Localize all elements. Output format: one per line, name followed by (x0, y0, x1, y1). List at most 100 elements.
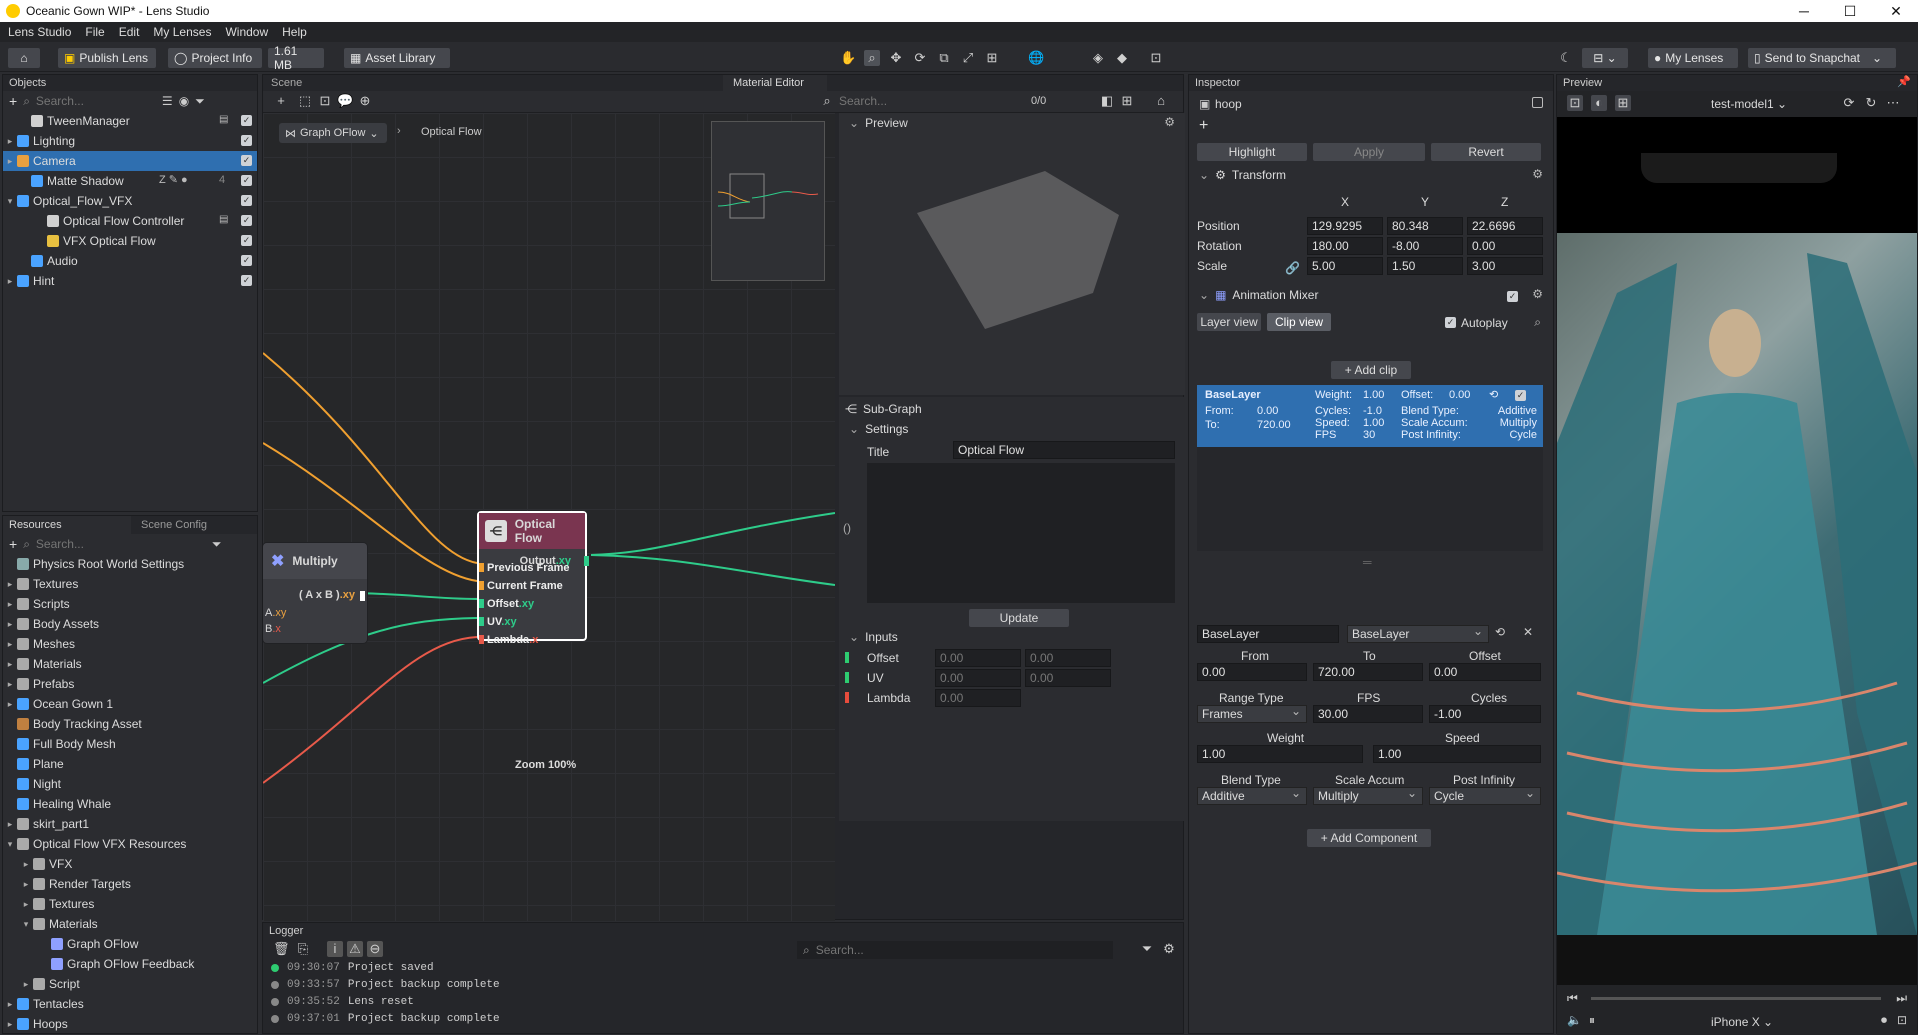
post-infinity-select[interactable]: Cycle (1429, 785, 1541, 805)
select-tool-icon[interactable]: ⌕ (864, 50, 880, 66)
select-nodes-icon[interactable]: ⬚ (297, 93, 313, 109)
mute-icon[interactable]: 🔈 (1567, 1013, 1582, 1027)
clip-track-area[interactable] (1197, 447, 1543, 551)
expand-arrow-icon[interactable]: ▸ (5, 579, 15, 590)
reset-icon[interactable]: ↻ (1863, 95, 1879, 111)
pin-icon[interactable]: 📌 (1897, 75, 1911, 88)
log-row[interactable]: 09:33:57 Project backup complete (271, 978, 500, 992)
filter-icon[interactable]: ⏷ (1139, 941, 1155, 957)
optical-flow-input-port[interactable] (479, 599, 484, 608)
node-graph[interactable]: ⋈ Graph OFlow ⌄ › Optical Flow ✖ Multipl… (263, 113, 835, 921)
expand-arrow-icon[interactable]: ▾ (21, 919, 31, 930)
pause-icon[interactable]: ⏸ (1589, 1013, 1595, 1028)
multiply-node[interactable]: ✖ Multiply ( A x B ).xy A.xy B.x (263, 543, 367, 643)
step-back-icon[interactable]: ⏮ (1567, 991, 1578, 1006)
add-icon[interactable]: + (1199, 117, 1208, 135)
more-icon[interactable]: ⋯ (1885, 95, 1901, 111)
camera-persp-icon[interactable]: ◈ (1090, 50, 1106, 66)
timeline-slider[interactable] (1591, 997, 1881, 1000)
update-button[interactable]: Update (969, 609, 1069, 627)
resource-row[interactable]: ▾ Materials (3, 914, 98, 934)
material-preview-header[interactable]: ⌄ Preview ⚙ (839, 113, 1185, 133)
tab-resources[interactable]: Resources (3, 516, 131, 534)
description-area[interactable] (867, 463, 1175, 603)
object-name[interactable]: hoop (1215, 97, 1242, 111)
resource-row[interactable]: ▸ Prefabs (3, 674, 75, 694)
gear-icon[interactable]: ⚙ (1161, 941, 1177, 957)
object-row[interactable]: ▸ Camera ✓ (3, 151, 257, 171)
link-icon[interactable]: 🔗 (1285, 261, 1300, 275)
resource-row[interactable]: Physics Root World Settings (3, 554, 184, 574)
transform-value-field[interactable]: 0.00 (1467, 237, 1543, 255)
visibility-checkbox[interactable]: ✓ (241, 175, 252, 186)
resource-row[interactable]: ▸ Script (3, 974, 80, 994)
clip-card[interactable]: BaseLayer From: 0.00 To: 720.00 Weight: … (1197, 385, 1543, 447)
transform-value-field[interactable]: 22.6696 (1467, 217, 1543, 235)
optical-flow-input-port[interactable] (479, 581, 484, 590)
panel-split-icon[interactable]: ◧ (1099, 93, 1115, 109)
object-row[interactable]: ▸ Hint ✓ (3, 271, 257, 291)
visibility-checkbox[interactable]: ✓ (241, 255, 252, 266)
visibility-checkbox[interactable]: ✓ (241, 215, 252, 226)
pivot-tool-icon[interactable]: ⊞ (984, 50, 1000, 66)
object-row[interactable]: ▸ Lighting ✓ (3, 131, 257, 151)
expand-arrow-icon[interactable]: ▸ (5, 136, 15, 147)
resource-row[interactable]: ▸ Textures (3, 894, 95, 914)
resource-row[interactable]: ▸ Scripts (3, 594, 70, 614)
expand-arrow-icon[interactable]: ▸ (5, 639, 15, 650)
filter-icon[interactable]: ⏷ (195, 94, 205, 109)
visibility-checkbox[interactable]: ✓ (241, 155, 252, 166)
optical-flow-node[interactable]: ⋲ Optical Flow Output.xy Previous Frame Cu… (477, 511, 589, 646)
optical-flow-input-port[interactable] (479, 635, 484, 644)
optical-flow-output-port[interactable] (584, 556, 589, 566)
layer-view-button[interactable]: Layer view (1197, 313, 1261, 331)
expand-arrow-icon[interactable]: ▾ (5, 839, 15, 850)
add-icon[interactable]: + (9, 93, 17, 109)
subgraph-input-value-a[interactable]: 0.00 (935, 649, 1021, 667)
expand-arrow-icon[interactable]: ▸ (5, 619, 15, 630)
expand-arrow-icon[interactable]: ▸ (5, 679, 15, 690)
subgraph-input-value-a[interactable]: 0.00 (935, 689, 1021, 707)
person-icon[interactable]: ◐ (1591, 95, 1607, 111)
step-forward-icon[interactable]: ⏭ (1896, 991, 1907, 1006)
animation-mixer-checkbox[interactable]: ✓ (1507, 291, 1518, 302)
settings-header[interactable]: ⌄ Settings (849, 419, 908, 439)
expand-arrow-icon[interactable]: ▸ (21, 899, 31, 910)
resource-row[interactable]: ▾ Optical Flow VFX Resources (3, 834, 187, 854)
revert-button[interactable]: Revert (1431, 143, 1541, 161)
expand-arrow-icon[interactable]: ▸ (5, 1019, 15, 1030)
trash-icon[interactable]: 🗑 (273, 941, 290, 957)
frame-nodes-icon[interactable]: ⊡ (317, 93, 333, 109)
resource-row[interactable]: Graph OFlow Feedback (3, 954, 194, 974)
device-model-select[interactable]: test-model1 ⌄ (1711, 97, 1787, 111)
highlight-button[interactable]: Highlight (1197, 143, 1307, 161)
autoplay-checkbox[interactable]: ✓ (1445, 317, 1456, 328)
resource-row[interactable]: Full Body Mesh (3, 734, 116, 754)
send-to-snapchat-button[interactable]: ▯ Send to Snapchat ⌄ (1748, 48, 1896, 68)
object-row[interactable]: TweenManager ✓ ▤ (3, 111, 257, 131)
log-row[interactable]: 09:30:07 Project saved (271, 961, 434, 975)
home-icon[interactable]: ⌂ (1153, 93, 1169, 109)
transform-value-field[interactable]: 80.348 (1387, 217, 1463, 235)
frame-icon[interactable]: ⊡ (1148, 50, 1164, 66)
expand-arrow-icon[interactable]: ▾ (5, 196, 15, 207)
camera-mode-icon[interactable]: ⊡ (1567, 95, 1583, 111)
transform-header[interactable]: ⌄ ⚙ Transform (1199, 165, 1286, 185)
scale-tool-icon[interactable]: ⧉ (936, 50, 952, 66)
collapse-bracket[interactable]: () (843, 521, 851, 535)
resource-row[interactable]: ▸ Meshes (3, 634, 75, 654)
range-type-select[interactable]: Frames (1197, 703, 1307, 723)
resource-row[interactable]: ▸ Tentacles (3, 994, 84, 1014)
object-row[interactable]: Audio ✓ (3, 251, 257, 271)
menu-window[interactable]: Window (225, 25, 268, 39)
from-field[interactable]: 0.00 (1197, 663, 1307, 681)
visibility-checkbox[interactable]: ✓ (241, 235, 252, 246)
dark-mode-icon[interactable]: ☾ (1558, 50, 1574, 66)
publish-lens-button[interactable]: ▣ Publish Lens (58, 48, 156, 68)
upload-icon[interactable]: ⊕ (357, 93, 373, 109)
material-search-input[interactable] (839, 94, 979, 108)
tab-material-editor[interactable]: Material Editor (723, 75, 827, 91)
home-button[interactable]: ⌂ (8, 48, 40, 68)
inputs-header[interactable]: ⌄ Inputs (849, 627, 898, 647)
object-row[interactable]: ▾ Optical_Flow_VFX ✓ (3, 191, 257, 211)
